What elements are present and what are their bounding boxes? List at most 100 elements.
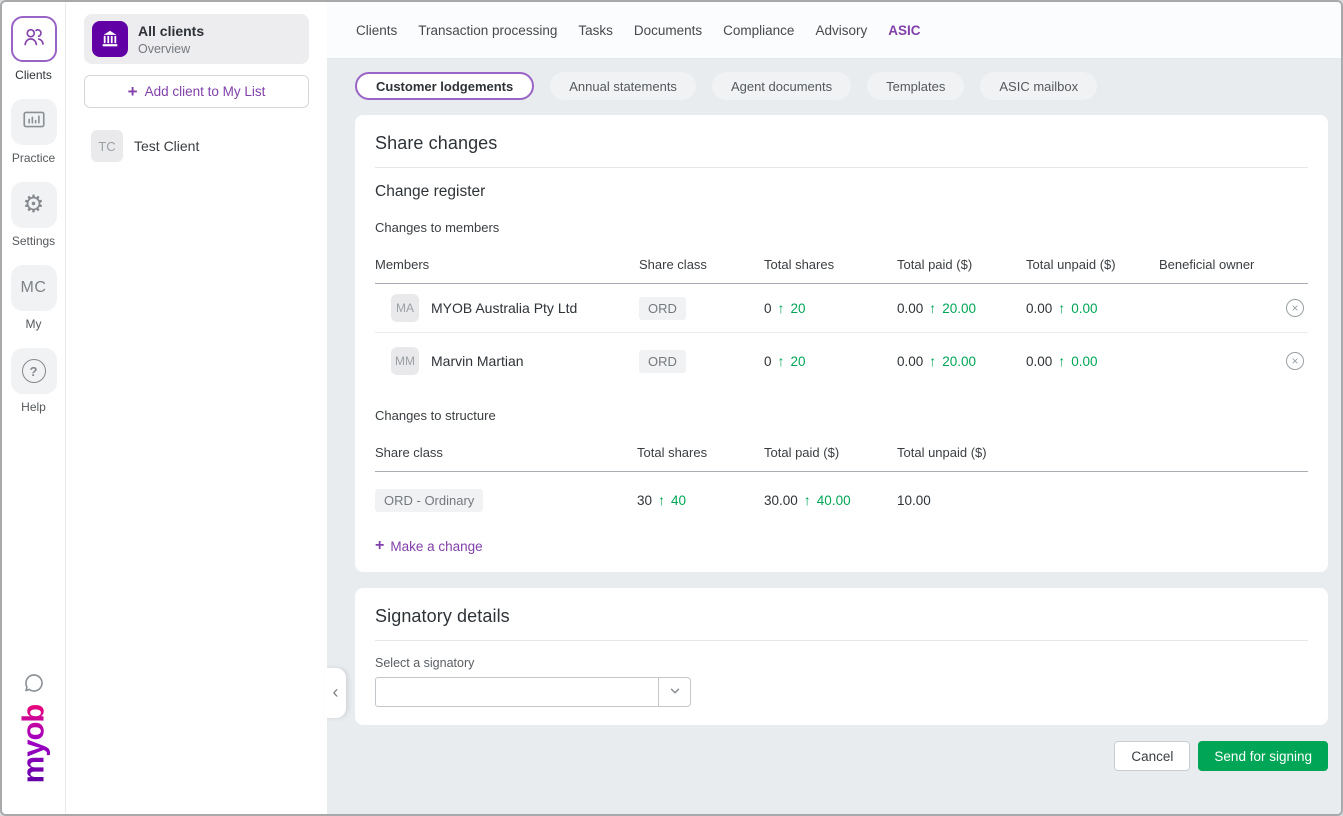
cancel-button[interactable]: Cancel — [1114, 741, 1190, 771]
total-unpaid-value: 0.00 ↑ 0.00 — [1026, 300, 1159, 316]
make-a-change-button[interactable]: + Make a change — [375, 538, 483, 554]
rail-label-clients: Clients — [15, 68, 52, 82]
share-class-badge: ORD — [639, 350, 686, 373]
tab-compliance[interactable]: Compliance — [723, 23, 794, 38]
signatory-input[interactable] — [375, 677, 659, 707]
main-area: Clients Transaction processing Tasks Doc… — [327, 2, 1341, 814]
footer-actions: Cancel Send for signing — [355, 741, 1328, 771]
divider — [375, 640, 1308, 641]
col-members: Members — [375, 257, 639, 272]
monitor-chart-icon — [21, 107, 47, 138]
asic-subtabs: Customer lodgements Annual statements Ag… — [355, 72, 1328, 100]
total-unpaid-value: 0.00 ↑ 0.00 — [1026, 353, 1159, 369]
subtab-asic-mailbox[interactable]: ASIC mailbox — [980, 72, 1097, 100]
add-client-button[interactable]: + Add client to My List — [84, 75, 309, 108]
rail-label-my: My — [26, 317, 42, 331]
increase-arrow-icon: ↑ — [1058, 300, 1065, 316]
subtab-annual-statements[interactable]: Annual statements — [550, 72, 696, 100]
rail-item-my[interactable]: MC My — [11, 265, 57, 331]
selected-client-title: All clients — [138, 23, 204, 39]
change-register-title: Change register — [375, 183, 1308, 201]
signatory-details-card: Signatory details Select a signatory — [355, 588, 1328, 725]
send-for-signing-button[interactable]: Send for signing — [1198, 741, 1328, 771]
rail-item-practice[interactable]: Practice — [11, 99, 57, 165]
client-panel: All clients Overview + Add client to My … — [66, 2, 327, 814]
subtab-templates[interactable]: Templates — [867, 72, 964, 100]
chat-button[interactable] — [22, 671, 46, 700]
share-changes-card: Share changes Change register Changes to… — [355, 115, 1328, 572]
total-shares-value: 0 ↑ 20 — [764, 300, 897, 316]
col-share-class: Share class — [639, 257, 764, 272]
rail-label-practice: Practice — [12, 151, 55, 165]
help-button[interactable]: ? — [11, 348, 57, 394]
remove-member-icon[interactable]: × — [1286, 299, 1304, 317]
user-initials: MC — [21, 279, 47, 297]
rail-label-settings: Settings — [12, 234, 55, 248]
question-mark-icon: ? — [22, 359, 46, 383]
building-icon — [92, 21, 128, 57]
people-icon — [21, 24, 47, 55]
total-unpaid-value: 10.00 — [897, 493, 1308, 508]
signatory-dropdown-button[interactable] — [659, 677, 691, 707]
tab-transaction-processing[interactable]: Transaction processing — [418, 23, 557, 38]
rail-item-settings[interactable]: ⚙ Settings — [11, 182, 57, 248]
card-title: Share changes — [375, 133, 1308, 154]
plus-icon: + — [128, 83, 138, 100]
increase-arrow-icon: ↑ — [929, 353, 936, 369]
tab-asic[interactable]: ASIC — [888, 23, 920, 38]
card-title: Signatory details — [375, 606, 1308, 627]
add-client-label: Add client to My List — [145, 84, 266, 99]
collapse-panel-handle[interactable]: ‹ — [325, 668, 346, 718]
structure-table-header: Share class Total shares Total paid ($) … — [375, 445, 1308, 472]
app-window: Clients Practice ⚙ Settings MC — [0, 0, 1343, 816]
share-class-badge: ORD — [639, 297, 686, 320]
col-total-unpaid: Total unpaid ($) — [1026, 257, 1159, 272]
icon-rail: Clients Practice ⚙ Settings MC — [2, 2, 66, 814]
selected-client-card[interactable]: All clients Overview — [84, 14, 309, 64]
practice-button[interactable] — [11, 99, 57, 145]
client-list-item[interactable]: TC Test Client — [84, 130, 309, 162]
remove-member-icon[interactable]: × — [1286, 352, 1304, 370]
top-nav: Clients Transaction processing Tasks Doc… — [327, 2, 1341, 59]
changes-to-members-label: Changes to members — [375, 220, 1308, 235]
col-share-class: Share class — [375, 445, 637, 460]
total-shares-value: 30 ↑ 40 — [637, 492, 764, 508]
chevron-left-icon: ‹ — [333, 683, 339, 701]
divider — [375, 167, 1308, 168]
gear-icon: ⚙ — [23, 193, 45, 217]
signatory-combobox — [375, 677, 1308, 707]
selected-client-subtitle: Overview — [138, 42, 204, 56]
member-row: MM Marvin Martian ORD 0 ↑ 20 0.00 ↑ 20.0… — [375, 333, 1308, 389]
increase-arrow-icon: ↑ — [804, 492, 811, 508]
settings-button[interactable]: ⚙ — [11, 182, 57, 228]
member-name: Marvin Martian — [431, 353, 524, 369]
increase-arrow-icon: ↑ — [929, 300, 936, 316]
member-avatar: MA — [391, 294, 419, 322]
client-name: Test Client — [134, 138, 199, 154]
increase-arrow-icon: ↑ — [778, 353, 785, 369]
tab-documents[interactable]: Documents — [634, 23, 702, 38]
select-signatory-label: Select a signatory — [375, 656, 1308, 670]
subtab-agent-documents[interactable]: Agent documents — [712, 72, 851, 100]
tab-advisory[interactable]: Advisory — [815, 23, 867, 38]
rail-item-help[interactable]: ? Help — [11, 348, 57, 414]
increase-arrow-icon: ↑ — [1058, 353, 1065, 369]
col-total-paid: Total paid ($) — [897, 257, 1026, 272]
col-total-paid: Total paid ($) — [764, 445, 897, 460]
subtab-customer-lodgements[interactable]: Customer lodgements — [355, 72, 534, 100]
member-row: MA MYOB Australia Pty Ltd ORD 0 ↑ 20 0.0… — [375, 284, 1308, 333]
tab-clients[interactable]: Clients — [356, 23, 397, 38]
client-avatar: TC — [91, 130, 123, 162]
col-beneficial-owner: Beneficial owner — [1159, 257, 1268, 272]
total-paid-value: 30.00 ↑ 40.00 — [764, 492, 897, 508]
content-area: Customer lodgements Annual statements Ag… — [327, 59, 1341, 814]
clients-button[interactable] — [11, 16, 57, 62]
increase-arrow-icon: ↑ — [778, 300, 785, 316]
my-account-button[interactable]: MC — [11, 265, 57, 311]
tab-tasks[interactable]: Tasks — [578, 23, 613, 38]
col-total-shares: Total shares — [764, 257, 897, 272]
total-shares-value: 0 ↑ 20 — [764, 353, 897, 369]
total-paid-value: 0.00 ↑ 20.00 — [897, 353, 1026, 369]
rail-item-clients[interactable]: Clients — [11, 16, 57, 82]
member-name: MYOB Australia Pty Ltd — [431, 300, 577, 316]
